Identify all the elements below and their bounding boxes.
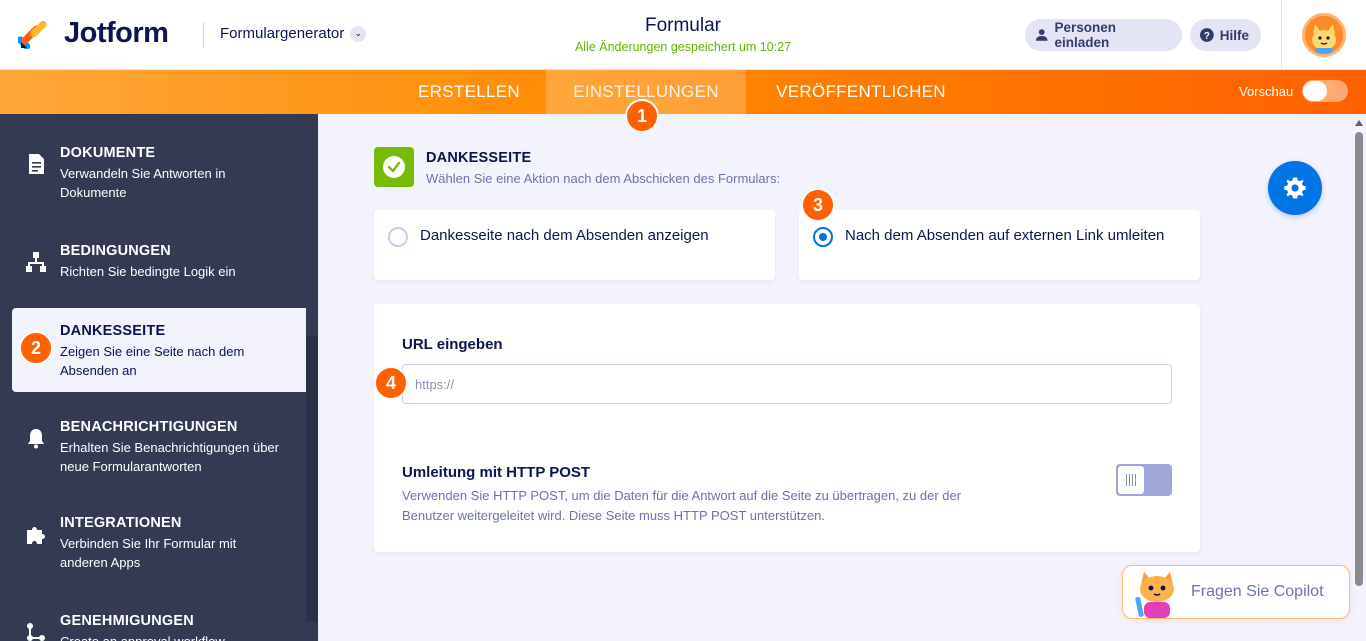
section-title: DANKESSEITE	[426, 150, 532, 166]
option-label: Nach dem Absenden auf externen Link umle…	[845, 227, 1165, 244]
radio-redirect-external-link[interactable]	[813, 227, 833, 247]
settings-sidebar: DOKUMENTE Verwandeln Sie Antworten in Do…	[0, 114, 318, 641]
sidebar-item-title: BENACHRICHTIGUNGEN	[60, 419, 238, 435]
gear-icon	[1284, 177, 1306, 199]
sidebar-item-title: INTEGRATIONEN	[60, 515, 182, 531]
tab-publish[interactable]: VERÖFFENTLICHEN	[762, 70, 960, 114]
help-label: Hilfe	[1219, 27, 1249, 43]
conditions-icon	[24, 250, 48, 274]
user-icon	[1035, 29, 1048, 41]
step-badge-2: 2	[19, 331, 53, 365]
svg-text:?: ?	[1204, 31, 1210, 42]
option-redirect-external-link[interactable]: Nach dem Absenden auf externen Link umle…	[799, 210, 1200, 280]
sidebar-item-desc: Verwandeln Sie Antworten in Dokumente	[60, 166, 226, 200]
sidebar-item-desc: Richten Sie bedingte Logik ein	[60, 264, 236, 279]
copilot-button[interactable]: Fragen Sie Copilot	[1122, 565, 1350, 619]
scrollbar-thumb[interactable]	[1355, 132, 1363, 586]
main-scrollbar[interactable]	[1352, 114, 1366, 641]
http-post-toggle[interactable]	[1116, 464, 1172, 496]
bell-icon	[24, 426, 48, 450]
help-icon: ?	[1200, 28, 1214, 42]
puzzle-icon	[24, 522, 48, 546]
user-avatar[interactable]	[1302, 13, 1346, 57]
invite-people-button[interactable]: Personen einladen	[1025, 19, 1182, 51]
sidebar-item-approvals[interactable]: GENEHMIGUNGEN Create an approval workflo…	[12, 612, 306, 641]
step-badge-4: 4	[374, 366, 408, 400]
sidebar-item-thankyou[interactable]: DANKESSEITE Zeigen Sie eine Seite nach d…	[12, 308, 306, 392]
http-post-toggle-knob	[1118, 466, 1144, 494]
sidebar-item-documents[interactable]: DOKUMENTE Verwandeln Sie Antworten in Do…	[12, 144, 306, 202]
preview-label: Vorschau	[1239, 84, 1294, 99]
tab-create[interactable]: ERSTELLEN	[404, 70, 534, 114]
option-label: Dankesseite nach dem Absenden anzeigen	[420, 227, 709, 244]
sidebar-item-title: GENEHMIGUNGEN	[60, 613, 194, 629]
url-input[interactable]	[402, 364, 1172, 404]
copilot-label: Fragen Sie Copilot	[1191, 583, 1324, 600]
section-description: Wählen Sie eine Aktion nach dem Abschick…	[426, 171, 781, 186]
sidebar-item-desc: Verbinden Sie Ihr Formular mit anderen A…	[60, 536, 237, 570]
avatar-cat-icon	[1305, 16, 1343, 54]
sidebar-item-notifications[interactable]: BENACHRICHTIGUNGEN Erhalten Sie Benachri…	[12, 418, 306, 476]
top-header: Jotform Formulargenerator ⌄ Formular All…	[0, 0, 1366, 70]
approval-icon	[24, 620, 48, 641]
http-post-description: Verwenden Sie HTTP POST, um die Daten fü…	[402, 488, 962, 523]
header-divider-right	[1281, 0, 1282, 70]
thankyou-check-icon	[374, 147, 414, 187]
step-badge-3: 3	[801, 188, 835, 222]
copilot-cat-icon	[1133, 569, 1181, 619]
sidebar-item-title: BEDINGUNGEN	[60, 243, 171, 259]
sidebar-item-title: DANKESSEITE	[60, 323, 166, 339]
document-icon	[24, 152, 48, 176]
radio-show-thankyou-page[interactable]	[388, 227, 408, 247]
sidebar-item-desc: Create an approval workflow	[60, 632, 225, 641]
sidebar-item-title: DOKUMENTE	[60, 145, 156, 161]
step-badge-1: 1	[625, 99, 659, 133]
preview-toggle[interactable]	[1302, 80, 1348, 102]
sidebar-item-conditions[interactable]: BEDINGUNGEN Richten Sie bedingte Logik e…	[12, 242, 306, 281]
main-tab-bar: ERSTELLEN EINSTELLUNGEN VERÖFFENTLICHEN	[0, 70, 1366, 114]
scroll-up-arrow-icon[interactable]	[1355, 120, 1363, 126]
sidebar-item-desc: Zeigen Sie eine Seite nach dem Absenden …	[60, 344, 245, 378]
help-button[interactable]: ? Hilfe	[1190, 19, 1261, 51]
http-post-title: Umleitung mit HTTP POST	[402, 464, 591, 481]
sidebar-item-desc: Erhalten Sie Benachrichtigungen über neu…	[60, 440, 279, 474]
url-label: URL eingeben	[402, 336, 503, 353]
sidebar-item-integrations[interactable]: INTEGRATIONEN Verbinden Sie Ihr Formular…	[12, 514, 306, 572]
invite-people-label: Personen einladen	[1054, 20, 1116, 50]
option-show-thankyou-page[interactable]: Dankesseite nach dem Absenden anzeigen	[374, 210, 775, 280]
sidebar-scrollbar[interactable]	[306, 336, 318, 622]
preview-toggle-knob	[1303, 81, 1327, 101]
settings-gear-button[interactable]	[1268, 161, 1322, 215]
